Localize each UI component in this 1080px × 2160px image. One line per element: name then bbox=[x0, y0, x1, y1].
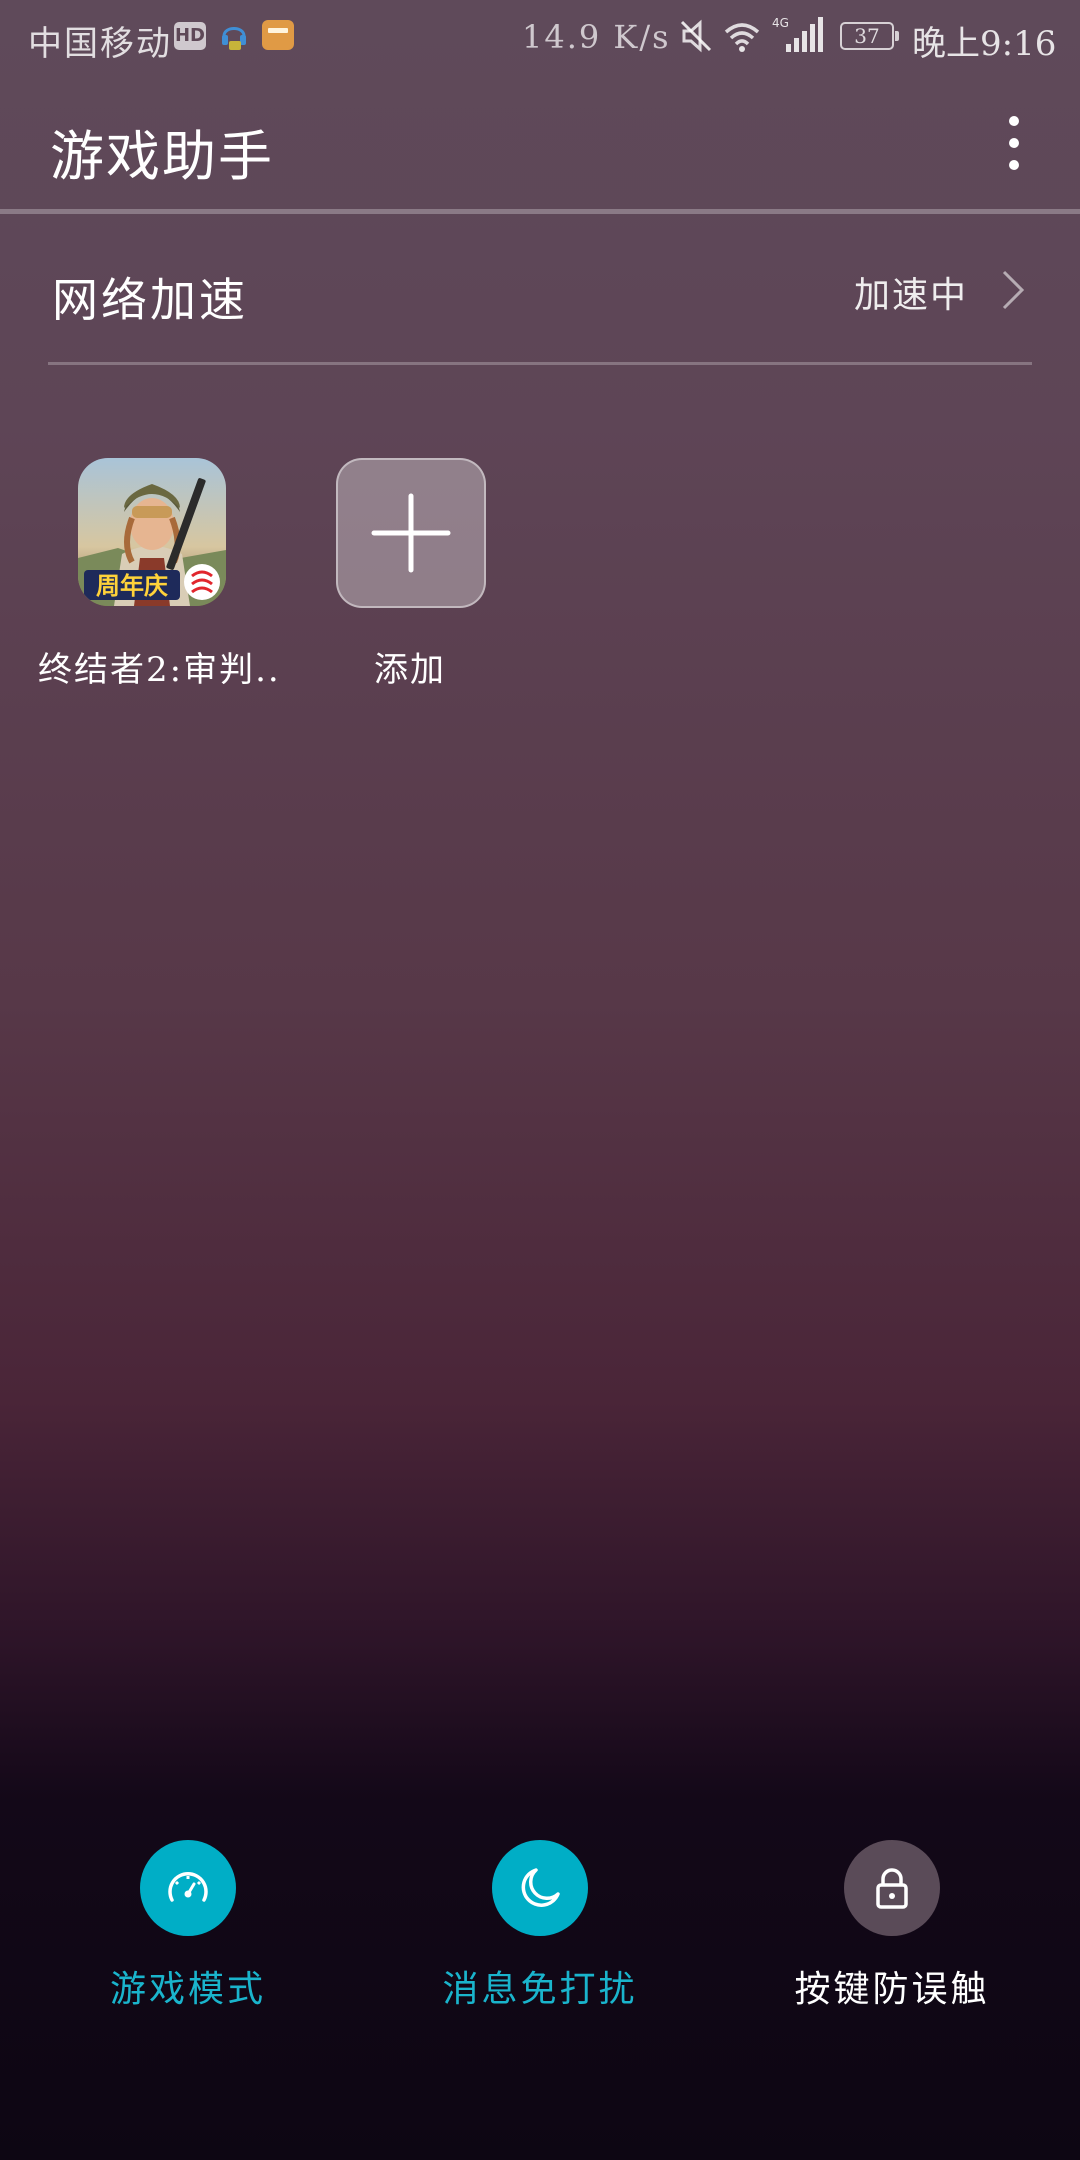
plus-icon bbox=[371, 493, 451, 573]
lock-icon bbox=[876, 1868, 908, 1909]
game-mode-toggle[interactable]: 游戏模式 bbox=[38, 1836, 338, 2016]
headset-notification-icon bbox=[222, 27, 246, 50]
add-game-button[interactable] bbox=[336, 458, 486, 608]
moon-icon bbox=[521, 1868, 560, 1907]
more-dot bbox=[1009, 138, 1019, 148]
more-dot bbox=[1009, 116, 1019, 126]
more-dot bbox=[1009, 160, 1019, 170]
row-divider bbox=[48, 362, 1032, 365]
game-app-icon: 周年庆 bbox=[78, 458, 226, 606]
speedometer-icon bbox=[168, 1872, 208, 1902]
network-acceleration-label: 网络加速 bbox=[52, 273, 248, 327]
network-acceleration-status: 加速中 bbox=[853, 275, 968, 316]
status-bar: 中国移动 HD 14.9 K/s 4G 37 晚上9:16 bbox=[0, 0, 1080, 72]
clock: 晚上9:16 bbox=[912, 24, 1057, 64]
wallet-notification-icon bbox=[262, 20, 294, 50]
add-game-tile[interactable]: 添加 bbox=[280, 456, 540, 696]
do-not-disturb-circle bbox=[492, 1840, 588, 1936]
page-title: 游戏助手 bbox=[50, 125, 274, 188]
hd-icon: HD bbox=[174, 22, 206, 50]
battery-icon: 37 bbox=[840, 22, 899, 50]
network-acceleration-row[interactable]: 网络加速 加速中 bbox=[0, 214, 1080, 364]
key-lock-circle bbox=[844, 1840, 940, 1936]
wifi-icon bbox=[724, 23, 760, 52]
game-mode-label: 游戏模式 bbox=[109, 1969, 266, 2010]
more-options-button[interactable] bbox=[994, 108, 1034, 178]
do-not-disturb-toggle[interactable]: 消息免打扰 bbox=[390, 1836, 690, 2016]
key-lock-toggle[interactable]: 按键防误触 bbox=[742, 1836, 1042, 2016]
add-game-label: 添加 bbox=[374, 650, 446, 690]
cellular-signal-icon: 4G bbox=[772, 16, 823, 52]
chevron-right-icon bbox=[1002, 270, 1025, 310]
network-speed: 14.9 K/s bbox=[522, 18, 671, 56]
game-tile[interactable]: 周年庆 终结者2:审判.. bbox=[22, 456, 282, 696]
mute-icon bbox=[680, 19, 712, 53]
network-type-label: 4G bbox=[772, 16, 789, 30]
key-lock-label: 按键防误触 bbox=[794, 1969, 990, 2010]
do-not-disturb-label: 消息免打扰 bbox=[442, 1969, 638, 2010]
game-badge-text: 周年庆 bbox=[96, 572, 168, 600]
game-mode-circle bbox=[140, 1840, 236, 1936]
carrier-name: 中国移动 bbox=[28, 24, 172, 64]
game-label: 终结者2:审判.. bbox=[38, 650, 281, 690]
